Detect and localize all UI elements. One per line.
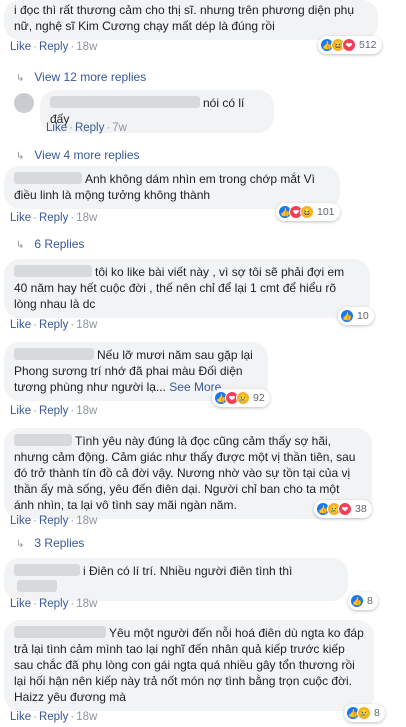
separator: ·: [69, 122, 73, 134]
reaction-summary[interactable]: 👍 😢 ❤ 38: [314, 500, 372, 518]
reply-link[interactable]: Reply: [39, 41, 68, 53]
comment-time[interactable]: 18w: [76, 212, 97, 224]
sad-reaction-icon: 😢: [236, 391, 250, 405]
like-link[interactable]: Like: [10, 515, 31, 527]
replies-label: View 12 more replies: [34, 70, 147, 84]
reaction-count: 8: [367, 595, 373, 607]
reply-arrow-icon: ↳: [16, 73, 25, 84]
love-reaction-icon: ❤: [338, 502, 352, 516]
comment-time[interactable]: 18w: [76, 711, 97, 723]
reply-arrow-icon: ↳: [16, 151, 25, 162]
commenter-name[interactable]: [50, 96, 200, 108]
view-replies-link[interactable]: ↳ View 4 more replies: [16, 148, 140, 164]
replies-label: 6 Replies: [34, 237, 85, 251]
comment-time[interactable]: 18w: [76, 515, 97, 527]
like-link[interactable]: Like: [10, 711, 31, 723]
reaction-summary[interactable]: 👍 😢 8: [344, 704, 385, 722]
reply-link[interactable]: Reply: [39, 711, 68, 723]
reaction-count: 512: [359, 39, 377, 51]
like-link[interactable]: Like: [10, 212, 31, 224]
reply-actions: Like · Reply · 7w: [46, 121, 127, 135]
haha-reaction-icon: 😆: [300, 205, 314, 219]
commenter-name[interactable]: [14, 265, 92, 277]
like-reaction-icon: 👍: [350, 594, 364, 608]
comment-time[interactable]: 18w: [76, 319, 97, 331]
comment-actions: Like · Reply · 18w: [10, 597, 97, 611]
commenter-name[interactable]: [14, 434, 72, 446]
reaction-count: 101: [317, 206, 335, 218]
comment-actions: Like · Reply · 18w: [10, 40, 97, 54]
commenter-name[interactable]: [14, 564, 80, 576]
love-reaction-icon: ❤: [342, 38, 356, 52]
commenter-name[interactable]: [14, 348, 94, 360]
comment-bubble: Yêu một người đến nỗi hoá điên dù ngta k…: [4, 620, 374, 711]
reaction-count: 8: [374, 707, 380, 719]
comment-time[interactable]: 7w: [112, 122, 127, 134]
comment-text: i đọc thì rất thương cảm cho thị sĩ. như…: [14, 3, 355, 33]
reply-link[interactable]: Reply: [39, 515, 68, 527]
view-replies-link[interactable]: ↳ View 12 more replies: [16, 70, 146, 86]
reaction-count: 38: [355, 503, 367, 515]
comment-time[interactable]: 18w: [76, 405, 97, 417]
like-link[interactable]: Like: [10, 598, 31, 610]
like-link[interactable]: Like: [10, 319, 31, 331]
comment-time[interactable]: 18w: [76, 598, 97, 610]
commenter-name[interactable]: [14, 626, 106, 638]
comment-time[interactable]: 18w: [76, 41, 97, 53]
like-link[interactable]: Like: [46, 122, 67, 134]
separator: ·: [33, 711, 37, 723]
comment-bubble: i đọc thì rất thương cảm cho thị sĩ. như…: [4, 0, 378, 40]
comment-bubble: i Điên có lí trí. Nhiều người điên tình …: [4, 558, 348, 601]
replies-label: 3 Replies: [34, 536, 85, 550]
view-replies-link[interactable]: ↳ 3 Replies: [16, 536, 84, 552]
reaction-count: 92: [253, 392, 265, 404]
reaction-summary[interactable]: 👍 😆 ❤ 512: [318, 36, 382, 54]
reply-link[interactable]: Reply: [75, 122, 104, 134]
like-link[interactable]: Like: [10, 405, 31, 417]
like-link[interactable]: Like: [10, 41, 31, 53]
reaction-summary[interactable]: 👍 10: [338, 307, 374, 325]
reply-link[interactable]: Reply: [39, 405, 68, 417]
reply-link[interactable]: Reply: [39, 319, 68, 331]
reply-link[interactable]: Reply: [39, 212, 68, 224]
reaction-summary[interactable]: 👍 8: [348, 592, 378, 610]
avatar[interactable]: [14, 93, 34, 113]
comment-text: i Điên có lí trí. Nhiều người điên tình …: [83, 564, 293, 578]
separator: ·: [33, 41, 37, 53]
separator: ·: [33, 319, 37, 331]
comment-actions: Like · Reply · 18w: [10, 318, 97, 332]
sad-reaction-icon: 😢: [357, 706, 371, 720]
view-replies-link[interactable]: ↳ 6 Replies: [16, 237, 84, 253]
comment-actions: Like · Reply · 18w: [10, 211, 97, 225]
replies-label: View 4 more replies: [34, 148, 140, 162]
reaction-summary[interactable]: 👍 ❤ 😆 101: [276, 203, 340, 221]
separator: ·: [33, 515, 37, 527]
separator: ·: [33, 212, 37, 224]
commenter-name[interactable]: [14, 172, 82, 184]
comment-actions: Like · Reply · 18w: [10, 710, 97, 724]
comment-bubble: tôi ko like bài viết này , vì sợ tôi sẽ …: [4, 259, 370, 318]
like-reaction-icon: 👍: [340, 309, 354, 323]
redacted-text: [17, 580, 57, 592]
reaction-summary[interactable]: 👍 ❤ 😢 92: [212, 389, 270, 407]
reply-arrow-icon: ↳: [16, 240, 25, 251]
separator: ·: [33, 405, 37, 417]
reaction-count: 10: [357, 310, 369, 322]
reply-arrow-icon: ↳: [16, 539, 25, 550]
reply-link[interactable]: Reply: [39, 598, 68, 610]
separator: ·: [33, 598, 37, 610]
comment-actions: Like · Reply · 18w: [10, 404, 97, 418]
comment-actions: Like · Reply · 18w: [10, 514, 97, 528]
